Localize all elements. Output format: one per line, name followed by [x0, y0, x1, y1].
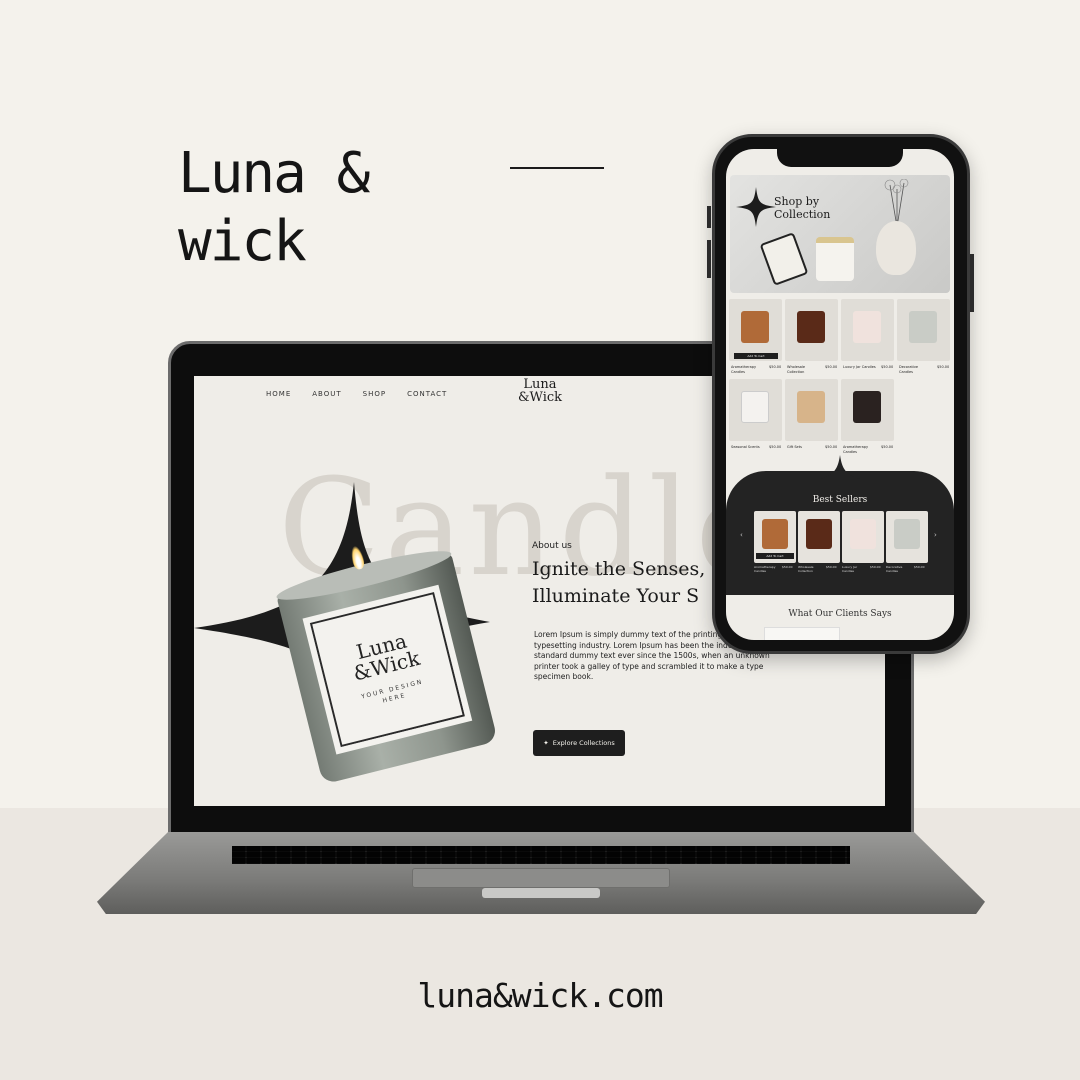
product-name: Decorative Candles: [899, 365, 919, 374]
product-image: [806, 519, 832, 549]
product-card[interactable]: [785, 299, 838, 361]
product-image: [741, 391, 769, 423]
product-image: [741, 311, 769, 343]
hero-headline: Ignite the Senses, Illuminate Your S: [532, 556, 705, 610]
product-image: [797, 311, 825, 343]
product-card[interactable]: [729, 379, 782, 441]
product-price: $50.00: [825, 445, 838, 449]
product-price: $50.00: [826, 565, 837, 569]
nav-about[interactable]: ABOUT: [312, 390, 341, 398]
best-sellers-title: Best Sellers: [812, 495, 868, 505]
vase-image: [876, 221, 916, 275]
product-image: [894, 519, 920, 549]
product-name: Decorative Candles: [886, 565, 903, 573]
laptop-keyboard: [232, 846, 850, 864]
site-logo[interactable]: Luna &Wick: [512, 378, 568, 404]
product-image: [797, 391, 825, 423]
product-card[interactable]: [841, 299, 894, 361]
product-card[interactable]: Add To Cart: [729, 299, 782, 361]
phone-power-button: [970, 254, 974, 312]
product-image: [909, 311, 937, 343]
shop-by-collection-banner[interactable]: Shop by Collection: [730, 175, 950, 293]
phone-side-button: [707, 206, 711, 228]
phone-screen: Shop by Collection Add To Cart Aromather…: [726, 149, 954, 640]
candle-jar-image: [759, 232, 809, 286]
candle-jar-image: [816, 237, 854, 281]
product-name: Wholesale Collection: [798, 565, 814, 573]
website-url: luna&wick.com: [417, 976, 663, 1015]
product-card[interactable]: [841, 379, 894, 441]
shop-by-collection-line1: Shop by: [774, 195, 820, 208]
best-seller-card[interactable]: [798, 511, 840, 563]
testimonial-card: [764, 627, 840, 640]
candle-label-logo: Luna &Wick: [346, 628, 423, 685]
add-to-cart-button[interactable]: Add To Cart: [756, 553, 794, 559]
product-price: $50.00: [881, 365, 894, 369]
brand-title-line2: wick: [178, 209, 307, 274]
product-price: $50.00: [914, 565, 925, 569]
hero-headline-line1: Ignite the Senses,: [532, 558, 706, 580]
nav-contact[interactable]: CONTACT: [407, 390, 447, 398]
phone-volume-button: [707, 240, 711, 278]
product-price: $50.00: [870, 565, 881, 569]
product-image: [853, 391, 881, 423]
explore-collections-button[interactable]: ✦ Explore Collections: [533, 730, 625, 756]
product-price: $50.00: [769, 445, 782, 449]
best-seller-card[interactable]: [886, 511, 928, 563]
site-nav: HOME ABOUT SHOP CONTACT: [266, 390, 447, 398]
brand-title-line1: Luna &: [178, 141, 370, 206]
dried-flowers-image: [884, 179, 909, 227]
laptop-hinge-notch: [482, 888, 600, 898]
add-to-cart-button[interactable]: Add To Cart: [734, 353, 778, 359]
sparkle-icon: [736, 187, 776, 227]
product-price: $50.00: [825, 365, 838, 369]
section-divider-cusp: [820, 455, 860, 479]
product-card[interactable]: [897, 299, 950, 361]
product-name: Seasonal Scents: [731, 445, 760, 449]
product-price: $50.00: [881, 445, 894, 449]
product-name: Luxury Jar Candles: [842, 565, 858, 573]
site-logo-line2: &Wick: [517, 390, 563, 405]
shop-by-collection-line2: Collection: [774, 208, 831, 221]
product-name: Wholesale Collection: [787, 365, 806, 374]
product-price: $50.00: [769, 365, 782, 369]
hero-headline-line2: Illuminate Your S: [532, 585, 700, 607]
product-image: [762, 519, 788, 549]
carousel-prev-arrow[interactable]: ‹: [740, 531, 743, 539]
explore-collections-label: Explore Collections: [552, 739, 615, 747]
product-name: Luxury Jar Candles: [843, 365, 876, 369]
product-image: [853, 311, 881, 343]
shop-by-collection-title: Shop by Collection: [774, 195, 830, 221]
best-seller-card[interactable]: [842, 511, 884, 563]
phone-notch: [777, 147, 903, 167]
nav-shop[interactable]: SHOP: [363, 390, 386, 398]
best-seller-card[interactable]: Add To Cart: [754, 511, 796, 563]
testimonials-title: What Our Clients Says: [788, 609, 892, 619]
product-image: [850, 519, 876, 549]
sparkle-icon: ✦: [543, 739, 549, 747]
about-label: About us: [532, 541, 572, 551]
product-name: Aromatherapy Candles: [754, 565, 776, 573]
decorative-rule: [510, 167, 604, 169]
product-name: Gift Sets: [787, 445, 802, 449]
carousel-next-arrow[interactable]: ›: [934, 531, 937, 539]
nav-home[interactable]: HOME: [266, 390, 291, 398]
product-price: $50.00: [782, 565, 793, 569]
product-name: Aromatherapy Candles: [843, 445, 869, 454]
brand-title: Luna & wick: [178, 140, 370, 276]
product-card[interactable]: [785, 379, 838, 441]
product-price: $50.00: [937, 365, 950, 369]
laptop-trackpad: [412, 868, 670, 888]
product-name: Aromatherapy Candles: [731, 365, 757, 374]
